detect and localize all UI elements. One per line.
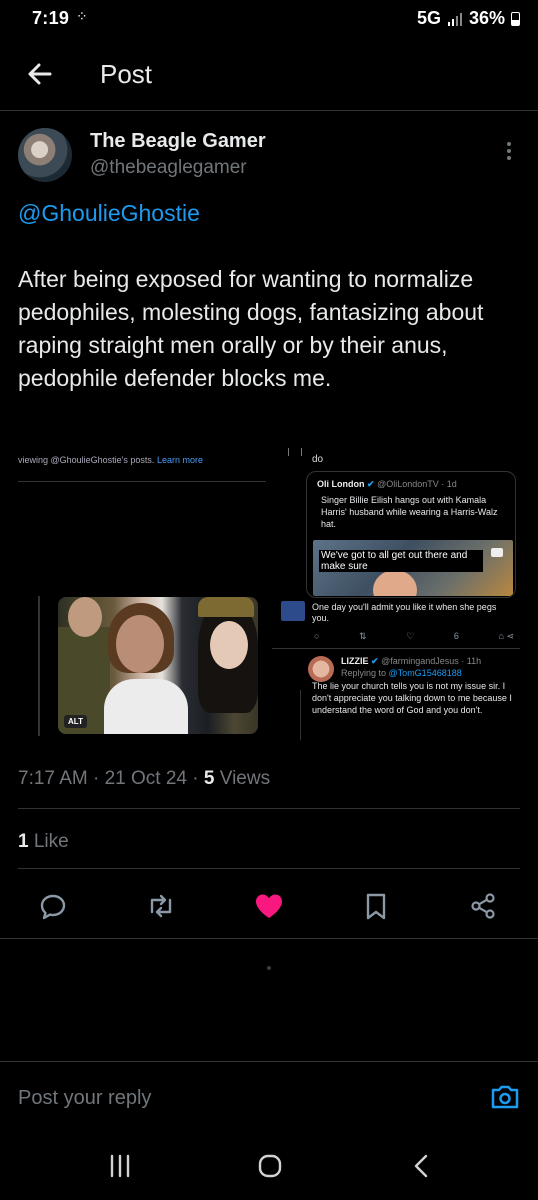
- network-label: 5G: [416, 8, 441, 28]
- status-right: 5G 36%: [417, 8, 520, 29]
- bookmark-icon: [366, 893, 386, 920]
- verified-icon: ✔: [371, 656, 379, 666]
- thread-line: [300, 690, 301, 740]
- viewing-notice: viewing @GhoulieGhostie's posts. Learn m…: [18, 455, 266, 482]
- author-handle[interactable]: @thebeaglegamer: [90, 157, 247, 179]
- avatar[interactable]: [18, 128, 72, 182]
- reply-input[interactable]: Post your reply: [18, 1087, 151, 1110]
- reply1-avatar: [281, 601, 305, 621]
- do-text: do: [312, 454, 324, 465]
- reply-button[interactable]: [35, 888, 71, 924]
- back-nav-icon[interactable]: [402, 1146, 442, 1186]
- post-time: 7:17 AM: [18, 768, 88, 789]
- likes-label: Like: [33, 831, 69, 852]
- views-count: 5: [203, 768, 215, 789]
- repost-icon: [150, 894, 172, 918]
- like-icon: ♡: [406, 631, 415, 641]
- reply1-actions: ○ ⇅ ♡ 6 ⌂ ⋖: [314, 631, 514, 643]
- group-photo: ALT: [58, 597, 258, 734]
- recent-apps-icon[interactable]: [100, 1146, 140, 1186]
- captions-icon: [491, 548, 503, 557]
- quote-handle: @OliLondonTV · 1d: [377, 479, 457, 489]
- video-caption: We've got to all get out there and make …: [319, 550, 483, 572]
- views-count: 6: [453, 631, 459, 641]
- more-options-icon[interactable]: [504, 140, 514, 164]
- post-meta: 7:17 AM · 21 Oct 24 · 5 Views: [18, 768, 271, 789]
- reply2-replying: Replying to @TomG15468188: [341, 668, 462, 678]
- divider: [18, 868, 520, 869]
- author-name[interactable]: The Beagle Gamer: [90, 130, 266, 153]
- loading-dot: [267, 966, 271, 970]
- likes-count: 1: [18, 831, 29, 852]
- share-icon: [471, 893, 495, 919]
- reply2-avatar: [308, 656, 334, 682]
- camera-icon[interactable]: [488, 1080, 522, 1114]
- mention-link[interactable]: @GhoulieGhostie: [18, 200, 200, 227]
- likes-stat[interactable]: 1 Like: [18, 831, 69, 853]
- like-button[interactable]: [251, 888, 287, 924]
- thread-line: [38, 596, 40, 736]
- reply-icon: [40, 894, 66, 920]
- divider: [18, 808, 520, 809]
- verified-icon: ✔: [367, 479, 375, 489]
- viewing-text: viewing @GhoulieGhostie's posts.: [18, 455, 155, 465]
- quote-author-line: Oli London ✔ @OliLondonTV · 1d: [317, 479, 457, 490]
- repost-icon: ⇅: [359, 631, 367, 641]
- top-bar: Post: [0, 44, 538, 111]
- quote-text: Singer Billie Eilish hangs out with Kama…: [321, 495, 498, 529]
- quote-card: Oli London ✔ @OliLondonTV · 1d Singer Bi…: [306, 471, 516, 598]
- reply2-handle: @farmingandJesus · 11h: [381, 656, 482, 666]
- post-text: After being exposed for wanting to norma…: [18, 266, 484, 391]
- heart-icon: [256, 894, 282, 918]
- repost-button[interactable]: [143, 888, 179, 924]
- home-icon[interactable]: [250, 1146, 290, 1186]
- quote-author: Oli London: [317, 479, 365, 489]
- bookmark-button[interactable]: [358, 888, 394, 924]
- divider: [0, 938, 538, 939]
- reply2-text: The lie your church tells you is not my …: [312, 681, 512, 715]
- views-label: Views: [219, 768, 271, 789]
- signal-icon: [447, 12, 462, 26]
- divider: [272, 648, 520, 649]
- page-title: Post: [100, 59, 153, 89]
- share-button[interactable]: [465, 888, 501, 924]
- back-arrow-icon[interactable]: [22, 56, 58, 92]
- reply2-author: LIZZIE: [341, 656, 369, 666]
- notification-icon: ⁘: [76, 8, 88, 24]
- divider: [0, 1061, 538, 1062]
- battery-icon: [511, 11, 520, 26]
- divider-mark: [288, 448, 302, 456]
- replying-to-handle: @TomG15468188: [388, 668, 462, 678]
- replying-label: Replying to: [341, 668, 387, 678]
- reply2-author-line: LIZZIE ✔ @farmingandJesus · 11h: [341, 656, 481, 667]
- reply-icon: ○: [314, 631, 320, 641]
- battery-percent: 36%: [468, 8, 505, 28]
- bookmark-share-icon: ⌂ ⋖: [498, 631, 514, 641]
- alt-badge: ALT: [64, 715, 87, 728]
- post-date: 21 Oct 24: [104, 768, 187, 789]
- reply1-text: One day you'll admit you like it when sh…: [312, 602, 497, 623]
- quote-video: We've got to all get out there and make …: [313, 540, 513, 596]
- learn-more-link: Learn more: [156, 455, 203, 465]
- status-bar: 7:19 ⁘ 5G 36%: [0, 0, 538, 38]
- post-image[interactable]: viewing @GhoulieGhostie's posts. Learn m…: [18, 444, 520, 744]
- status-time: 7:19: [32, 8, 70, 28]
